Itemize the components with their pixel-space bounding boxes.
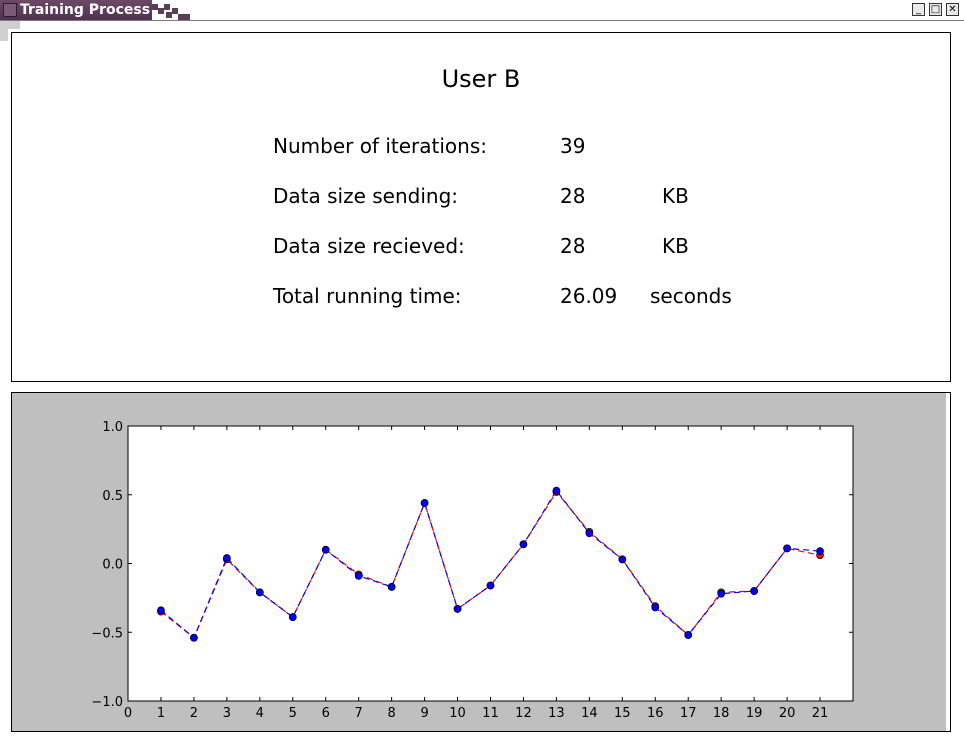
x-tick-label: 20 xyxy=(779,706,796,721)
x-tick-label: 10 xyxy=(449,706,466,721)
x-tick-label: 11 xyxy=(482,706,499,721)
series-2-point xyxy=(354,572,363,580)
x-tick-label: 4 xyxy=(256,706,264,721)
series-2-point xyxy=(618,555,627,564)
x-tick-label: 12 xyxy=(515,706,532,721)
series-2-point xyxy=(190,633,198,642)
y-tick-label: 1.0 xyxy=(102,420,123,435)
x-tick-label: 18 xyxy=(713,706,730,721)
series-2-point xyxy=(387,583,396,591)
x-tick-label: 14 xyxy=(581,706,598,721)
series-2-point xyxy=(321,545,330,554)
series-2-point xyxy=(157,606,165,615)
x-tick-label: 8 xyxy=(387,706,395,721)
x-tick-label: 13 xyxy=(548,706,565,721)
series-2-point xyxy=(750,587,758,595)
x-tick-label: 21 xyxy=(812,706,829,721)
x-tick-label: 5 xyxy=(289,706,297,721)
series-2-point xyxy=(552,486,561,495)
x-tick-label: 9 xyxy=(420,706,428,721)
y-tick-label: 0.5 xyxy=(102,489,123,504)
series-2-point xyxy=(486,581,495,590)
series-2-point xyxy=(288,613,297,621)
series-2-point xyxy=(684,631,693,639)
series-2-point xyxy=(783,544,791,553)
plot-area xyxy=(127,425,854,702)
series-2-point xyxy=(717,589,726,598)
series-2-point xyxy=(519,540,528,549)
x-tick-label: 6 xyxy=(322,706,330,721)
x-tick-label: 3 xyxy=(223,706,231,721)
series-2-point xyxy=(453,605,462,613)
y-tick-label: 0.0 xyxy=(102,558,123,573)
x-tick-label: 1 xyxy=(157,706,165,721)
series-2-point xyxy=(255,588,264,597)
series-2-point xyxy=(223,554,231,562)
x-tick-label: 19 xyxy=(746,706,763,721)
series-2-point xyxy=(420,499,429,507)
y-tick-label: −0.5 xyxy=(91,626,123,641)
series-2-point xyxy=(651,603,660,612)
x-tick-label: 0 xyxy=(124,706,132,721)
x-tick-label: 15 xyxy=(614,706,631,721)
x-tick-label: 2 xyxy=(190,706,198,721)
x-tick-label: 17 xyxy=(680,706,697,721)
y-tick-label: −1.0 xyxy=(91,695,123,710)
training-chart: 0 1 2 3 4 5 6 7 8 9 10 11 12 13 14 15 16 17 18 19 20 21−1.0−0… xyxy=(91,420,854,721)
series-2-point xyxy=(585,529,594,538)
series-2-point xyxy=(816,547,824,555)
x-tick-label: 7 xyxy=(355,706,363,721)
x-tick-label: 16 xyxy=(647,706,664,721)
